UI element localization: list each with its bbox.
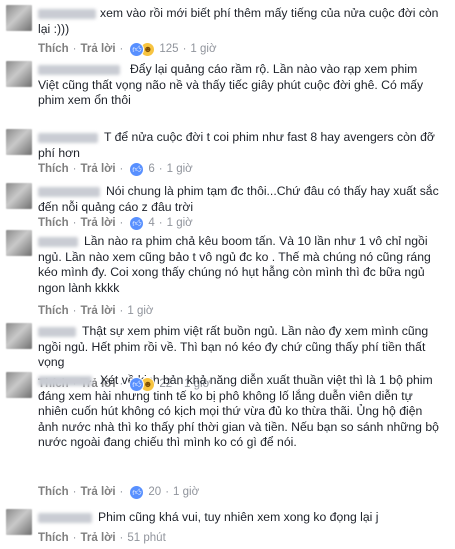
like-button[interactable]: Thích: [38, 161, 69, 177]
separator: ·: [158, 163, 163, 175]
reply-button[interactable]: Trả lời: [81, 484, 116, 500]
separator: ·: [119, 305, 124, 317]
like-icon: 👍︎: [129, 376, 145, 392]
like-button[interactable]: Thích: [38, 303, 69, 319]
reaction-summary[interactable]: 👍︎ 4: [129, 215, 155, 231]
reaction-count: 20: [148, 486, 162, 498]
timestamp[interactable]: 1 giờ: [190, 41, 216, 57]
reply-button[interactable]: Trả lời: [81, 215, 116, 231]
separator: ·: [119, 486, 124, 498]
separator: ·: [72, 486, 77, 498]
like-icon: 👍︎: [129, 484, 145, 500]
reaction-summary[interactable]: 👍︎ 6: [129, 161, 155, 177]
reply-button[interactable]: Trả lời: [81, 41, 116, 57]
comment-text: Nói chung là phim tạm đc thôi...Chứ đâu …: [38, 184, 439, 214]
separator: ·: [72, 305, 77, 317]
separator: ·: [158, 217, 163, 229]
reaction-summary[interactable]: 👍︎ ☻ 125: [129, 41, 179, 57]
reply-button[interactable]: Trả lời: [81, 303, 116, 319]
comment-text: Thật sự xem phim việt rất buồn ngủ. Lần …: [38, 324, 429, 369]
like-button[interactable]: Thích: [38, 215, 69, 231]
comment-text: Đẩy lại quảng cáo rầm rộ. Lần nào vào rạ…: [38, 62, 424, 107]
avatar[interactable]: [6, 509, 32, 535]
comment-text: Phim cũng khá vui, tuy nhiên xem xong ko…: [98, 510, 379, 524]
comment-text: xem vào rồi mới biết phí thêm mấy tiếng …: [38, 6, 439, 36]
comment-text: Lần nào ra phim chả kêu boom tấn. Và 10 …: [38, 234, 431, 295]
separator: ·: [165, 486, 170, 498]
timestamp[interactable]: 51 phút: [127, 530, 165, 546]
comment-actions: Thích · Trả lời · 👍︎ 20 · 1 giờ: [38, 484, 199, 500]
timestamp[interactable]: 1 giờ: [167, 161, 193, 177]
like-button[interactable]: Thích: [38, 484, 69, 500]
separator: ·: [119, 217, 124, 229]
like-icon: 👍︎: [129, 215, 145, 231]
reaction-summary[interactable]: 👍︎ 20: [129, 484, 161, 500]
avatar[interactable]: [6, 230, 32, 256]
avatar[interactable]: [6, 323, 32, 349]
reply-button[interactable]: Trả lời: [81, 161, 116, 177]
separator: ·: [72, 532, 77, 544]
avatar[interactable]: [6, 372, 32, 398]
like-icon: 👍︎: [129, 161, 145, 177]
separator: ·: [72, 217, 77, 229]
separator: ·: [119, 163, 124, 175]
reaction-count: 6: [148, 163, 155, 175]
separator: ·: [119, 43, 124, 55]
avatar[interactable]: [6, 183, 32, 209]
separator: ·: [119, 532, 124, 544]
comment-text: T để nửa cuộc đời t coi phim như fast 8 …: [38, 130, 435, 160]
timestamp[interactable]: 1 giờ: [167, 215, 193, 231]
comment-actions: Thích · Trả lời · 👍︎ 4 · 1 giờ: [38, 215, 193, 231]
separator: ·: [72, 163, 77, 175]
like-button[interactable]: Thích: [38, 530, 69, 546]
separator: ·: [182, 43, 187, 55]
separator: ·: [72, 43, 77, 55]
like-icon: 👍︎: [129, 41, 145, 57]
like-button[interactable]: Thích: [38, 41, 69, 57]
timestamp[interactable]: 1 giờ: [173, 484, 199, 500]
avatar[interactable]: [6, 129, 32, 155]
comment-actions: Thích · Trả lời · 51 phút: [38, 530, 166, 546]
reply-button[interactable]: Trả lời: [81, 530, 116, 546]
avatar[interactable]: [6, 5, 32, 31]
comment-actions: Thích · Trả lời · 👍︎ ☻ 125 · 1 giờ: [38, 41, 217, 57]
comment-actions: Thích · Trả lời · 👍︎ 6 · 1 giờ: [38, 161, 193, 177]
comment-text: Xét về kịch bản khả năng diễn xuất thuần…: [38, 373, 439, 450]
reaction-count: 4: [148, 217, 155, 229]
comment-actions: Thích · Trả lời · 1 giờ: [38, 303, 153, 319]
timestamp[interactable]: 1 giờ: [127, 303, 153, 319]
avatar[interactable]: [6, 61, 32, 87]
reaction-count: 125: [159, 43, 179, 55]
